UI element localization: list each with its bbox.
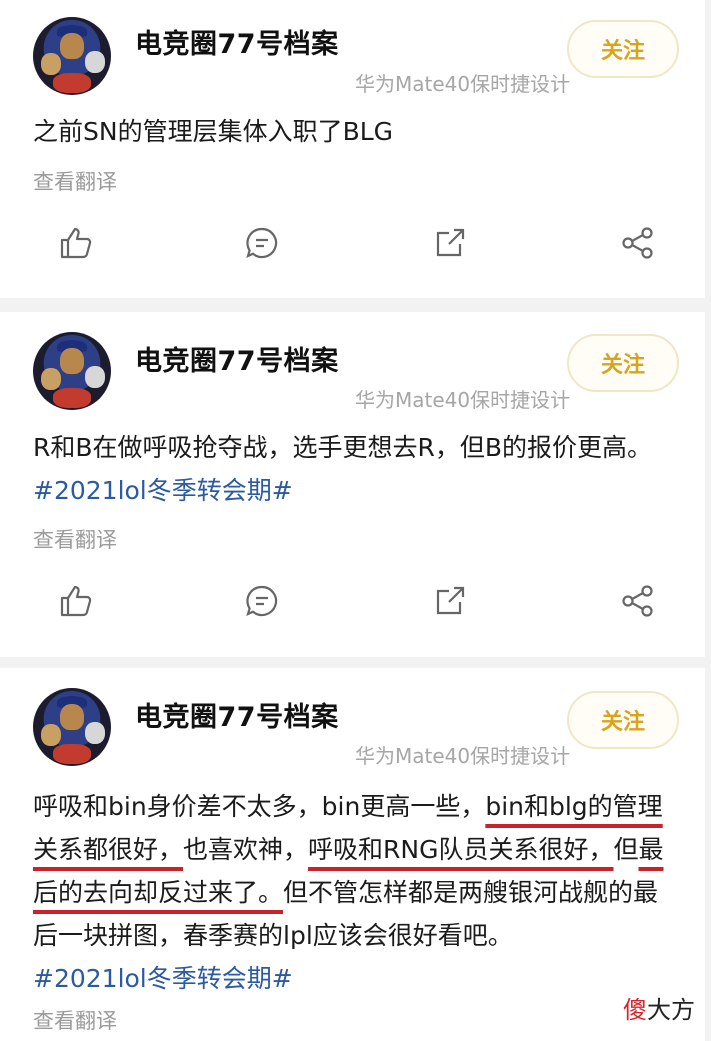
follow-button[interactable]: 关注 <box>567 691 679 749</box>
underlined-text: 关系都很好， <box>33 835 184 864</box>
post-card: 电竞圈77号档案 关注 华为Mate40保时捷设计 之前SN的管理层集体入职了B… <box>0 0 705 298</box>
post-text: 之前SN的管理层集体入职了BLG <box>33 117 394 146</box>
post-card: 电竞圈77号档案 关注 华为Mate40保时捷设计 R和B在做呼吸抢夺战，选手更… <box>0 312 705 657</box>
share-edit-icon[interactable] <box>432 583 468 619</box>
avatar[interactable] <box>33 332 111 410</box>
comment-icon[interactable] <box>244 225 280 261</box>
follow-button[interactable]: 关注 <box>567 20 679 78</box>
share-icon[interactable] <box>620 225 656 261</box>
share-icon[interactable] <box>620 583 656 619</box>
view-translation-link[interactable]: 查看翻译 <box>33 524 117 554</box>
author-name[interactable]: 电竞圈77号档案 <box>135 695 339 734</box>
like-icon[interactable] <box>58 583 94 619</box>
share-edit-icon[interactable] <box>432 225 468 261</box>
post-content: R和B在做呼吸抢夺战，选手更想去R，但B的报价更高。 #2021lol冬季转会期… <box>33 426 683 512</box>
underlined-text: bin和blg的管理 <box>485 792 663 821</box>
like-icon[interactable] <box>58 225 94 261</box>
view-translation-link[interactable]: 查看翻译 <box>33 1005 117 1035</box>
underlined-text: 呼吸和RNG队员关系很好， <box>308 835 614 864</box>
hashtag-link[interactable]: #2021lol冬季转会期# <box>33 957 683 1000</box>
view-translation-link[interactable]: 查看翻译 <box>33 166 117 196</box>
post-card: 电竞圈77号档案 关注 华为Mate40保时捷设计 呼吸和bin身价差不太多，b… <box>0 668 705 1041</box>
post-text-segment: 但 <box>613 835 639 864</box>
post-text: R和B在做呼吸抢夺战，选手更想去R，但B的报价更高。 <box>33 433 653 462</box>
watermark: 傻大方 <box>623 996 695 1024</box>
device-label: 华为Mate40保时捷设计 <box>355 388 571 412</box>
avatar[interactable] <box>33 17 111 95</box>
action-bar <box>0 225 705 275</box>
hashtag-link[interactable]: #2021lol冬季转会期# <box>33 469 683 512</box>
action-bar <box>0 583 705 633</box>
author-name[interactable]: 电竞圈77号档案 <box>135 339 339 378</box>
comment-icon[interactable] <box>244 583 280 619</box>
follow-button[interactable]: 关注 <box>567 334 679 392</box>
avatar[interactable] <box>33 688 111 766</box>
post-content: 呼吸和bin身价差不太多，bin更高一些，bin和blg的管理关系都很好，也喜欢… <box>33 785 683 1000</box>
post-text-segment: 也喜欢神， <box>183 835 309 864</box>
author-name[interactable]: 电竞圈77号档案 <box>135 22 339 61</box>
device-label: 华为Mate40保时捷设计 <box>355 744 571 768</box>
post-text-segment: 呼吸和bin身价差不太多，bin更高一些， <box>33 792 486 821</box>
device-label: 华为Mate40保时捷设计 <box>355 72 571 96</box>
post-content: 之前SN的管理层集体入职了BLG <box>33 110 683 153</box>
